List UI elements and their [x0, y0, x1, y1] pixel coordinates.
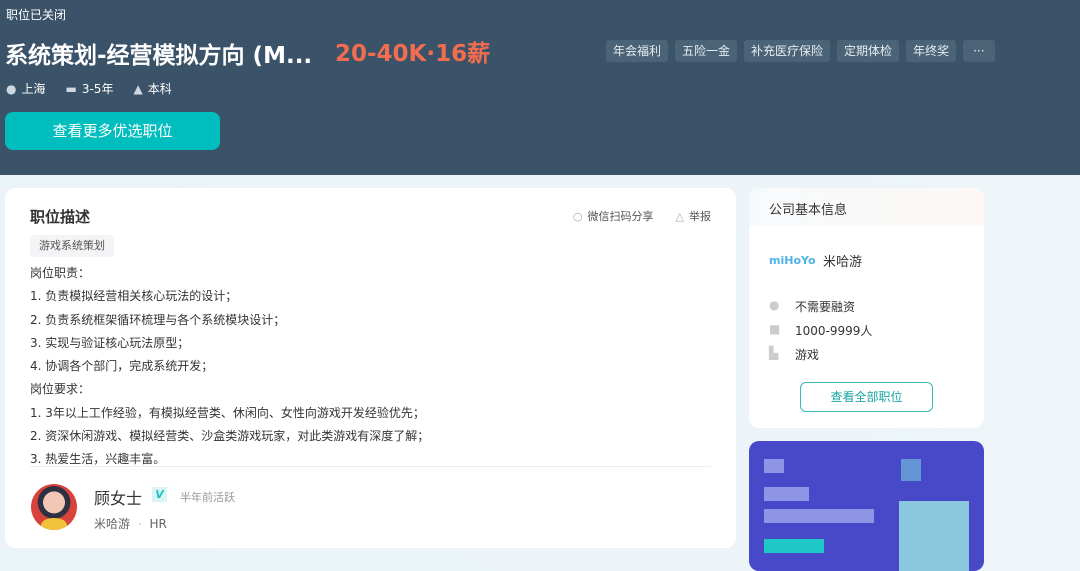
- benefit-tag: 补充医疗保险: [744, 40, 831, 62]
- location-icon: ●: [6, 82, 17, 96]
- desc-line: 2. 资深休闲游戏、模拟经营类、沙盒类游戏玩家，对此类游戏有深度了解；: [30, 429, 430, 444]
- chart-icon: ■: [769, 322, 781, 336]
- desc-line: 岗位要求：: [30, 382, 91, 397]
- warning-icon: △: [675, 210, 684, 223]
- share-label: 微信扫码分享: [587, 210, 654, 223]
- more-jobs-button[interactable]: 查看更多优选职位: [5, 112, 220, 150]
- desc-line: 3. 实现与验证核心玩法原型；: [30, 335, 190, 350]
- skill-tag: 游戏系统策划: [30, 235, 114, 257]
- divider: [30, 466, 711, 467]
- active-status: 半年前活跃: [180, 491, 235, 504]
- desc-line: 3. 热爱生活，兴趣丰富。: [30, 452, 166, 467]
- company-size: 1000-9999人: [795, 324, 873, 338]
- wechat-share-button[interactable]: ○ 微信扫码分享: [573, 208, 654, 224]
- job-description-card: 职位描述 ○ 微信扫码分享 △ 举报 游戏系统策划 岗位职责： 1. 负责模拟经营相…: [5, 188, 736, 548]
- desc-line: 1. 3年以上工作经验，有模拟经营类、休闲向、女性向游戏开发经验优先；: [30, 405, 425, 420]
- company-name[interactable]: 米哈游: [823, 251, 862, 270]
- company-financing: 不需要融资: [795, 300, 856, 314]
- benefit-tag: 年终奖: [906, 40, 957, 62]
- benefit-tag: 五险一金: [675, 40, 738, 62]
- verified-badge: V: [152, 487, 167, 502]
- company-industry: 游戏: [795, 348, 820, 362]
- recruiter-avatar[interactable]: [31, 484, 77, 530]
- desc-line: 岗位职责：: [30, 266, 91, 280]
- financing-icon: ●: [769, 298, 780, 312]
- job-header: 职位已关闭 系统策划-经营模拟方向 (M... 20-40K·16薪 年会福利 …: [0, 0, 1080, 175]
- section-title: 职位描述: [30, 208, 91, 226]
- desc-line: 1. 负责模拟经营相关核心玩法的设计；: [30, 289, 238, 304]
- desc-line: 2. 负责系统框架循环梳理与各个系统模块设计；: [30, 312, 286, 327]
- experience: 3-5年: [81, 82, 114, 96]
- education: 本科: [147, 82, 172, 96]
- benefit-tag: 年会福利: [606, 40, 669, 62]
- graduation-cap-icon: ▲: [133, 82, 143, 96]
- job-description: 岗位职责： 1. 负责模拟经营相关核心玩法的设计； 2. 负责系统框架循环梳理与…: [30, 262, 429, 472]
- company-logo[interactable]: miHoYo: [769, 240, 816, 282]
- separator: ·: [137, 517, 142, 531]
- recruiter-name: 顾女士: [94, 489, 143, 508]
- recruiter-company: 米哈游: [94, 517, 131, 531]
- desc-line: 4. 协调各个部门，完成系统开发；: [30, 359, 214, 374]
- recruiter-role: HR: [149, 517, 167, 531]
- location: 上海: [21, 82, 46, 96]
- company-section-title: 公司基本信息: [749, 188, 984, 226]
- report-button[interactable]: △ 举报: [676, 208, 711, 224]
- job-title: 系统策划-经营模拟方向 (M...: [5, 43, 313, 69]
- company-info-card: 公司基本信息 miHoYo 米哈游 ● 不需要融资 ■ 1000-9999人 ▙ 游戏…: [749, 188, 984, 428]
- job-status: 职位已关闭: [6, 8, 67, 22]
- job-meta: ● 上海 ▬ 3-5年 ▲ 本科: [6, 80, 172, 97]
- more-benefits-button[interactable]: ···: [963, 40, 995, 62]
- chat-bubble-icon: ○: [572, 210, 583, 223]
- view-all-jobs-button[interactable]: 查看全部职位: [800, 382, 933, 412]
- building-icon: ▙: [769, 346, 779, 360]
- report-label: 举报: [689, 210, 711, 223]
- recruiter-info: 米哈游 · HR: [94, 515, 167, 532]
- salary: 20-40K·16薪: [335, 41, 491, 67]
- benefit-tag: 定期体检: [837, 40, 900, 62]
- benefit-tags: 年会福利 五险一金 补充医疗保险 定期体检 年终奖 ···: [606, 40, 995, 62]
- briefcase-icon: ▬: [65, 82, 77, 96]
- ad-banner[interactable]: [749, 441, 984, 571]
